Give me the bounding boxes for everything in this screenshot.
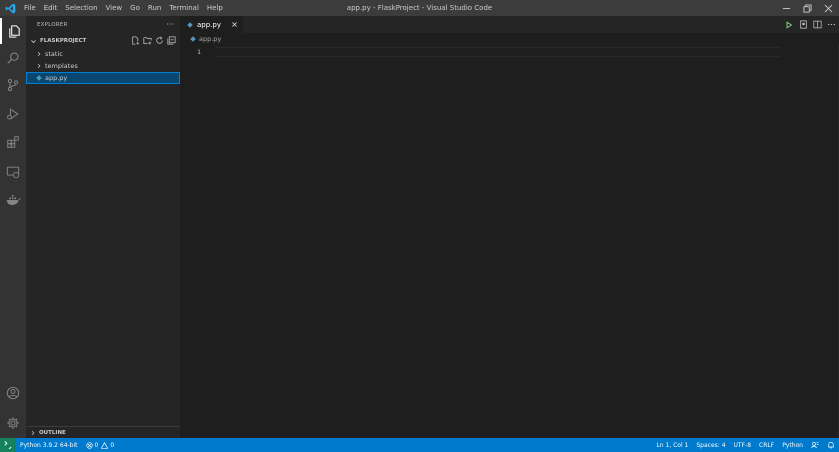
encoding[interactable]: UTF-8	[730, 442, 756, 449]
close-tab-icon[interactable]	[230, 20, 239, 29]
remote-explorer-icon[interactable]	[0, 159, 26, 185]
notifications-bell-icon[interactable]	[823, 441, 839, 449]
line-number: 1	[197, 48, 201, 56]
run-debug-icon[interactable]	[0, 101, 26, 127]
menu-go[interactable]: Go	[126, 0, 144, 16]
chevron-down-icon	[31, 39, 36, 43]
menu-run[interactable]: Run	[144, 0, 165, 16]
menu-help[interactable]: Help	[203, 0, 227, 16]
restore-button[interactable]	[797, 0, 818, 16]
new-file-icon[interactable]	[131, 36, 140, 47]
tree-item-label: app.py	[45, 74, 68, 82]
window-controls	[776, 0, 839, 16]
more-actions-button[interactable]: ···	[166, 21, 174, 29]
editor-actions	[784, 16, 836, 33]
breadcrumb-file[interactable]: app.py	[199, 35, 221, 43]
menu-terminal[interactable]: Terminal	[165, 0, 203, 16]
explorer-icon[interactable]	[0, 18, 26, 44]
title-bar: File Edit Selection View Go Run Terminal…	[0, 0, 839, 16]
problems-indicator[interactable]: 0 0	[82, 441, 119, 449]
menu-selection[interactable]: Selection	[61, 0, 101, 16]
split-editor-icon[interactable]	[812, 20, 822, 30]
menu-edit[interactable]: Edit	[40, 0, 62, 16]
menu-view[interactable]: View	[102, 0, 127, 16]
extensions-icon[interactable]	[0, 129, 26, 155]
error-icon	[85, 441, 93, 449]
current-line-highlight	[216, 47, 780, 57]
tree-item-folder[interactable]: static	[26, 48, 180, 60]
new-folder-icon[interactable]	[143, 36, 152, 47]
sidebar-title: EXPLORER	[37, 22, 68, 28]
tab-bar: app.py	[180, 16, 839, 33]
account-icon[interactable]	[0, 380, 26, 406]
chevron-right-icon	[37, 63, 41, 69]
remote-indicator-icon[interactable]	[0, 438, 16, 452]
explorer-actions	[131, 36, 176, 47]
status-right: Ln 1, Col 1 Spaces: 4 UTF-8 CRLF Python	[652, 441, 839, 449]
more-editor-actions-icon[interactable]	[826, 20, 836, 30]
python-file-icon	[190, 36, 196, 42]
close-window-button[interactable]	[818, 0, 839, 16]
line-ending[interactable]: CRLF	[755, 442, 778, 449]
run-python-file-icon[interactable]	[784, 20, 794, 30]
menu-file[interactable]: File	[20, 0, 40, 16]
tree-item-label: static	[45, 50, 63, 58]
tree-item-file-selected[interactable]: app.py	[26, 72, 180, 84]
tab-label: app.py	[197, 20, 221, 29]
menu-bar: File Edit Selection View Go Run Terminal…	[20, 0, 227, 16]
warning-icon	[101, 441, 109, 449]
vscode-logo-icon	[0, 0, 20, 16]
chevron-right-icon	[31, 430, 35, 435]
code-editor[interactable]: 1	[180, 45, 839, 438]
tree-item-folder[interactable]: templates	[26, 60, 180, 72]
tree-item-label: templates	[45, 62, 78, 70]
open-changes-icon[interactable]	[798, 20, 808, 30]
sidebar-header: EXPLORER ···	[26, 16, 180, 34]
feedback-icon[interactable]	[807, 441, 823, 449]
project-section-header[interactable]: FLASKPROJECT	[26, 34, 180, 48]
activity-bar	[0, 16, 26, 438]
error-count: 0	[94, 441, 99, 449]
collapse-all-icon[interactable]	[167, 36, 176, 47]
source-control-icon[interactable]	[0, 72, 26, 98]
warning-count: 0	[110, 441, 115, 449]
status-bar: Python 3.9.2 64-bit 0 0 Ln 1, Col 1 Spac…	[0, 438, 839, 452]
project-name: FLASKPROJECT	[40, 38, 87, 44]
cursor-position[interactable]: Ln 1, Col 1	[652, 442, 692, 449]
tab-app-py[interactable]: app.py	[180, 16, 243, 33]
search-icon[interactable]	[0, 45, 26, 71]
outline-title: OUTLINE	[39, 429, 66, 436]
outline-section-header[interactable]: OUTLINE	[26, 426, 180, 438]
indentation[interactable]: Spaces: 4	[692, 442, 729, 449]
refresh-icon[interactable]	[155, 36, 164, 47]
language-mode[interactable]: Python	[778, 442, 807, 449]
chevron-right-icon	[37, 51, 41, 57]
python-file-icon	[187, 21, 193, 28]
settings-gear-icon[interactable]	[0, 410, 26, 436]
explorer-sidebar: EXPLORER ··· FLASKPROJECT static templat…	[26, 16, 180, 438]
python-interpreter[interactable]: Python 3.9.2 64-bit	[16, 442, 82, 449]
python-file-icon	[36, 75, 42, 81]
docker-icon[interactable]	[0, 187, 26, 213]
breadcrumb: app.py	[180, 33, 221, 45]
minimize-button[interactable]	[776, 0, 797, 16]
